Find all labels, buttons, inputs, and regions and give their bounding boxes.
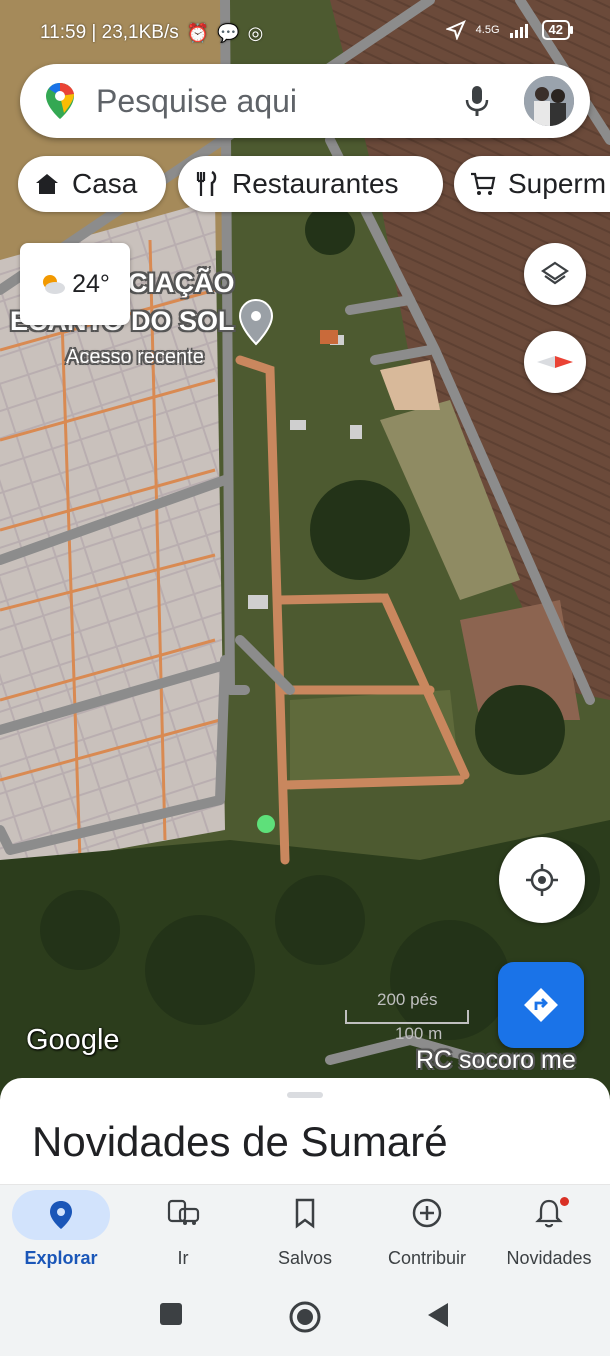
- nav-contribuir[interactable]: Contribuir: [366, 1185, 488, 1285]
- notification-dot: [560, 1197, 569, 1206]
- add-circle-icon: [412, 1198, 442, 1228]
- recents-icon[interactable]: [159, 1302, 183, 1326]
- compass-button[interactable]: [524, 331, 586, 393]
- explore-pin-icon: [50, 1201, 72, 1229]
- chat-icon: 💬: [217, 23, 240, 43]
- system-navigation: [0, 1284, 610, 1356]
- road-label: RC socoro me: [416, 1046, 576, 1074]
- weather-widget[interactable]: 24°: [20, 243, 130, 325]
- nav-explorar-label: Explorar: [24, 1248, 98, 1268]
- my-location-button[interactable]: [499, 837, 585, 923]
- chip-restaurantes[interactable]: Restaurantes: [178, 156, 443, 212]
- nav-ir[interactable]: Ir: [122, 1185, 244, 1285]
- chip-supermercados-label: Superm: [508, 168, 607, 199]
- commute-icon: [167, 1199, 200, 1225]
- nav-explorar[interactable]: Explorar: [12, 1185, 110, 1285]
- sheet-title: Novidades de Sumaré: [32, 1118, 448, 1165]
- place-sublabel: Acesso recente: [66, 346, 204, 368]
- instagram-icon: ◎: [247, 23, 264, 43]
- directions-button[interactable]: [498, 962, 584, 1048]
- compass-icon: [537, 356, 573, 368]
- map-scale: 200 pés 100 m: [345, 990, 469, 1044]
- maps-pin-logo: [46, 83, 74, 119]
- status-time: 11:59 | 23,1KB/s: [40, 22, 179, 43]
- category-chips: Casa Restaurantes Superm: [18, 156, 610, 212]
- search-input[interactable]: Pesquise aqui: [96, 83, 297, 120]
- home-button-icon[interactable]: [288, 1300, 322, 1334]
- chip-restaurantes-label: Restaurantes: [232, 168, 399, 199]
- nav-contribuir-label: Contribuir: [387, 1248, 467, 1268]
- cart-icon: [471, 172, 496, 195]
- restaurant-icon: [196, 170, 217, 196]
- weather-temp: 24°: [72, 269, 110, 298]
- google-logo: Google: [26, 1024, 120, 1056]
- scale-meters: 100 m: [395, 1024, 443, 1043]
- search-bar[interactable]: Pesquise aqui: [20, 64, 590, 138]
- nav-salvos[interactable]: Salvos: [244, 1185, 366, 1285]
- my-location-icon: [526, 864, 558, 896]
- directions-icon: [524, 988, 558, 1022]
- home-icon: [36, 174, 58, 194]
- layers-button[interactable]: [524, 243, 586, 305]
- back-icon[interactable]: [426, 1302, 450, 1328]
- nav-salvos-label: Salvos: [277, 1248, 333, 1268]
- chip-casa-label: Casa: [72, 168, 138, 199]
- alarm-icon: ⏰: [186, 23, 210, 43]
- place-label-line1[interactable]: CIAÇÃO: [128, 268, 235, 299]
- nav-novidades-label: Novidades: [506, 1248, 592, 1268]
- bottom-navigation: Explorar Ir Salvos Contribuir Novidades: [0, 1184, 610, 1285]
- status-bar: 11:59 | 23,1KB/s ⏰ 💬 ◎ 4.5G 42: [0, 0, 610, 66]
- chip-supermercados[interactable]: Superm: [454, 156, 610, 212]
- partly-cloudy-icon: [43, 275, 66, 294]
- battery-icon: 42: [541, 20, 574, 40]
- bottom-sheet[interactable]: Novidades de Sumaré: [0, 1078, 610, 1188]
- sheet-handle[interactable]: [287, 1092, 323, 1098]
- nav-novidades[interactable]: Novidades: [488, 1185, 610, 1285]
- mic-icon[interactable]: [462, 84, 492, 118]
- bookmark-icon: [295, 1198, 315, 1229]
- signal-icon: [509, 24, 528, 38]
- network-type: 4.5G: [475, 24, 500, 36]
- layers-icon: [541, 261, 569, 285]
- scale-feet: 200 pés: [377, 990, 438, 1009]
- nav-ir-label: Ir: [177, 1248, 189, 1268]
- location-arrow-icon: [445, 20, 466, 40]
- avatar[interactable]: [524, 76, 574, 126]
- chip-casa[interactable]: Casa: [18, 156, 166, 212]
